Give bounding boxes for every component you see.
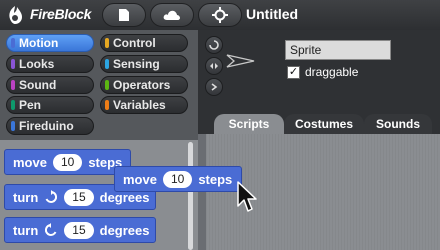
category-label: Pen [19, 98, 42, 112]
category-color-swatch [11, 38, 15, 48]
left-right-icon [210, 63, 218, 69]
new-file-button[interactable] [102, 3, 146, 27]
category-label: Control [113, 36, 156, 50]
category-motion[interactable]: Motion [6, 34, 94, 52]
no-rotate-button[interactable] [205, 78, 223, 96]
mouse-pointer-icon [237, 181, 257, 212]
category-operators[interactable]: Operators [100, 76, 188, 94]
block-text: turn [13, 189, 39, 205]
cloud-icon [163, 10, 180, 20]
sprite-name-field[interactable]: Sprite [285, 40, 391, 60]
draggable-label: draggable [305, 65, 359, 79]
move-steps-block[interactable]: move 10 steps [4, 149, 131, 175]
block-text: move [123, 171, 157, 187]
degrees-input[interactable]: 15 [64, 188, 94, 206]
category-sound[interactable]: Sound [6, 76, 94, 94]
tab-sounds[interactable]: Sounds [364, 114, 432, 134]
block-text: turn [13, 222, 39, 238]
draggable-checkbox[interactable]: ✓ [287, 66, 300, 79]
category-pen[interactable]: Pen [6, 96, 94, 114]
rotate-clockwise-icon [45, 190, 58, 203]
category-label: Motion [19, 36, 59, 50]
app-name: FireBlock [30, 6, 92, 22]
steps-input[interactable]: 10 [52, 153, 83, 171]
arrow-right-icon [211, 83, 218, 91]
category-label: Sound [19, 78, 57, 92]
settings-button[interactable] [198, 3, 242, 27]
category-label: Operators [113, 78, 171, 92]
block-text: move [13, 154, 47, 170]
fireblock-logo-icon [9, 6, 22, 24]
category-control[interactable]: Control [100, 34, 188, 52]
rotate-style-button[interactable] [205, 36, 223, 54]
steps-input[interactable]: 10 [162, 170, 193, 188]
category-label: Variables [113, 98, 166, 112]
block-text: steps [198, 171, 233, 187]
category-label: Fireduino [19, 119, 74, 133]
settings-icon [212, 7, 228, 23]
category-color-swatch [105, 100, 109, 110]
rotate-counterclockwise-icon [45, 223, 57, 236]
category-label: Looks [19, 57, 55, 71]
category-color-swatch [105, 80, 109, 90]
tab-scripts[interactable]: Scripts [214, 114, 284, 134]
category-color-swatch [11, 121, 15, 131]
category-looks[interactable]: Looks [6, 55, 94, 73]
flip-style-button[interactable] [205, 57, 223, 75]
category-color-swatch [105, 59, 109, 69]
file-icon [119, 9, 129, 21]
category-label: Sensing [113, 57, 160, 71]
category-color-swatch [105, 38, 109, 48]
category-color-swatch [11, 59, 15, 69]
block-text: degrees [99, 222, 150, 238]
sprite-direction-arrow-icon [226, 54, 255, 68]
dragged-move-steps-block[interactable]: move 10 steps [114, 166, 242, 192]
palette-scrollbar-thumb[interactable] [188, 142, 193, 250]
project-title[interactable]: Untitled [246, 6, 298, 22]
degrees-input[interactable]: 15 [64, 221, 94, 239]
category-variables[interactable]: Variables [100, 96, 188, 114]
tab-costumes[interactable]: Costumes [284, 114, 364, 134]
turn-counterclockwise-block[interactable]: turn 15 degrees [4, 217, 156, 243]
category-color-swatch [11, 100, 15, 110]
category-color-swatch [11, 80, 15, 90]
rotate-icon [209, 40, 219, 50]
cloud-button[interactable] [150, 3, 194, 27]
category-sensing[interactable]: Sensing [100, 55, 188, 73]
category-fireduino[interactable]: Fireduino [6, 117, 94, 135]
